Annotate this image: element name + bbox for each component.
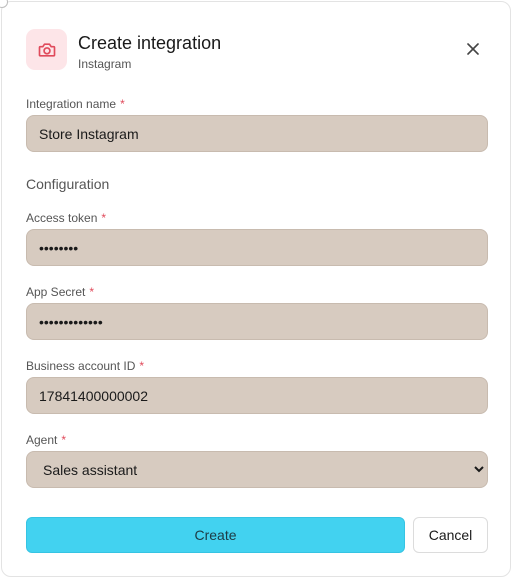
access-token-label: Access token * — [26, 211, 106, 225]
required-mark: * — [61, 433, 67, 447]
create-button[interactable]: Create — [26, 517, 405, 553]
business-account-id-input[interactable] — [26, 377, 488, 414]
business-account-id-label: Business account ID * — [26, 359, 144, 373]
app-secret-label: App Secret * — [26, 285, 94, 299]
app-secret-label-text: App Secret — [26, 285, 86, 299]
dialog-subtitle: Instagram — [78, 57, 132, 71]
close-button[interactable] — [462, 38, 484, 60]
access-token-input[interactable] — [26, 229, 488, 266]
close-icon — [467, 43, 479, 55]
integration-name-input[interactable] — [26, 115, 488, 152]
integration-name-label-text: Integration name — [26, 97, 117, 111]
agent-label: Agent * — [26, 433, 66, 447]
camera-icon — [26, 29, 67, 70]
agent-select[interactable]: Sales assistant — [26, 451, 488, 488]
required-mark: * — [120, 97, 125, 111]
required-mark: * — [139, 359, 145, 373]
dialog-title: Create integration — [78, 33, 222, 53]
cancel-button[interactable]: Cancel — [413, 517, 488, 553]
business-account-id-label-text: Business account ID — [26, 359, 136, 373]
access-token-label-text: Access token — [26, 211, 98, 225]
integration-name-label: Integration name * — [26, 97, 125, 111]
configuration-heading: Configuration — [26, 176, 110, 192]
create-integration-dialog: Create integration Instagram Integration… — [1, 1, 511, 577]
agent-label-text: Agent — [26, 433, 58, 447]
required-mark: * — [89, 285, 95, 299]
required-mark: * — [101, 211, 107, 225]
app-secret-input[interactable] — [26, 303, 488, 340]
